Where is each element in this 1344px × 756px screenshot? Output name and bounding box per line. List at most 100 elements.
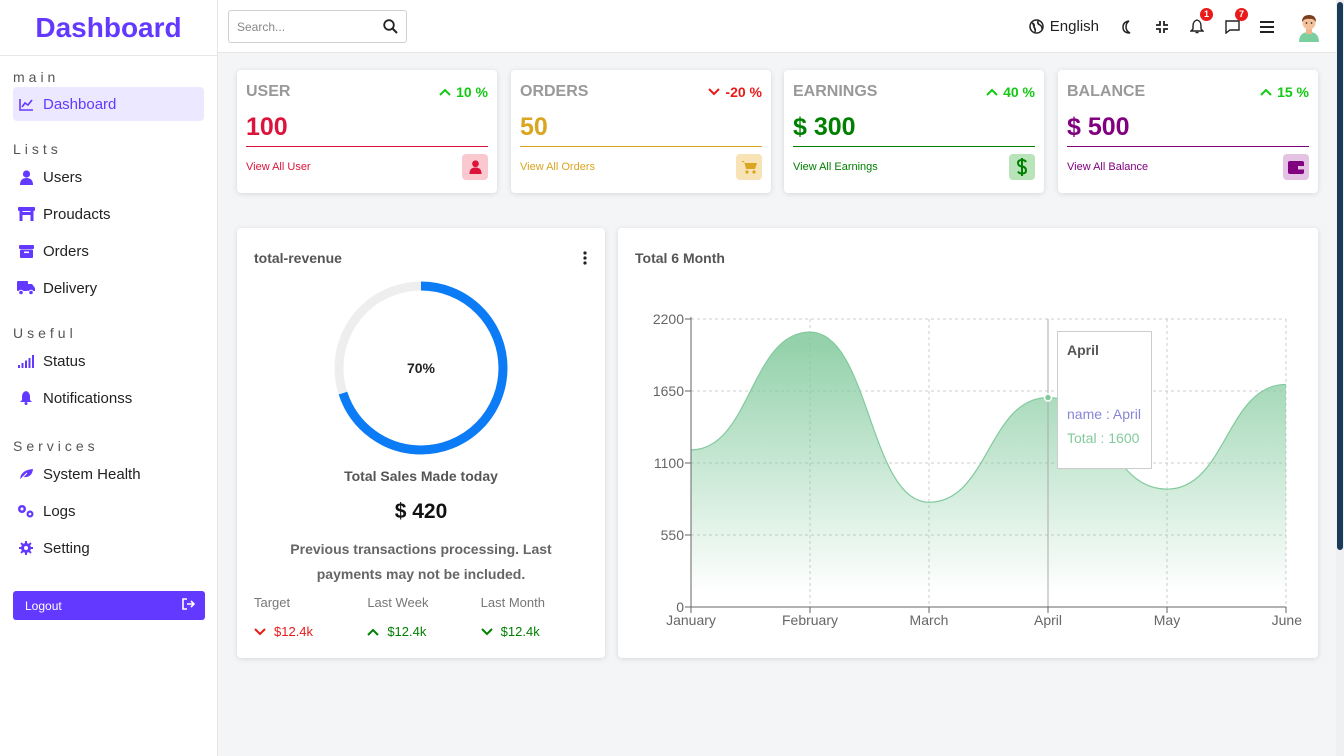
- sidebar-item-logs[interactable]: Logs: [13, 494, 204, 528]
- area-chart[interactable]: 0550110016502200January February March Apri…: [618, 228, 1318, 658]
- active-point: [1043, 393, 1053, 402]
- chat-icon: [1224, 19, 1240, 34]
- widget-link[interactable]: View All User: [246, 161, 311, 173]
- hamburger-icon: [1260, 20, 1274, 33]
- sidebar-item-label: Delivery: [43, 279, 98, 297]
- box-icon: [17, 242, 35, 260]
- chevron-up-icon: [439, 88, 451, 96]
- cart-icon: [736, 154, 762, 180]
- widget-user: USER 10 % 100 View All User: [237, 70, 497, 193]
- section-title-useful: Useful: [13, 325, 77, 341]
- fullscreen-button[interactable]: [1152, 17, 1172, 37]
- widget-percent: 40 %: [986, 84, 1035, 100]
- sidebar-item-setting[interactable]: Setting: [13, 531, 204, 565]
- page-scrollbar[interactable]: [1336, 0, 1344, 756]
- widget-percent-value: 15 %: [1277, 84, 1309, 100]
- widget-divider: [793, 146, 1035, 147]
- stat-value: $12.4k: [500, 624, 540, 639]
- stat-last-week: Last Week $12.4k: [367, 595, 480, 639]
- sidebar-item-delivery[interactable]: Delivery: [13, 271, 204, 305]
- widget-link[interactable]: View All Orders: [520, 161, 595, 173]
- x-tick-label: January: [666, 612, 716, 628]
- section-title-lists: Lists: [13, 141, 62, 157]
- revenue-description: Previous transactions processing. Last p…: [290, 541, 552, 582]
- widget-title: USER: [246, 83, 291, 100]
- menu-button[interactable]: [1257, 17, 1277, 37]
- sidebar-item-label: Notificationss: [43, 389, 133, 407]
- widget-divider: [520, 146, 762, 147]
- sidebar-item-proudacts[interactable]: Proudacts: [13, 197, 204, 231]
- progress-label: 70%: [407, 360, 436, 376]
- widget-balance: BALANCE 15 % $ 500 View All Balance: [1058, 70, 1318, 193]
- stat-label: Last Week: [367, 595, 429, 610]
- widget-value: 50: [520, 113, 548, 141]
- sidebar-item-notifications[interactable]: Notificationss: [13, 381, 204, 415]
- user-icon: [17, 168, 35, 186]
- sidebar-item-orders[interactable]: Orders: [13, 234, 204, 268]
- widget-percent: 10 %: [439, 84, 488, 100]
- widget-link[interactable]: View All Balance: [1067, 161, 1148, 173]
- compress-icon: [1156, 20, 1168, 33]
- x-tick-label: February: [782, 612, 838, 628]
- stat-target: Target $12.4k: [254, 595, 367, 639]
- topbar-actions: English 1 7: [1029, 0, 1336, 53]
- widget-percent: -20 %: [708, 84, 762, 100]
- scrollbar-thumb[interactable]: [1337, 2, 1343, 550]
- leaf-icon: [17, 465, 35, 483]
- widget-percent: 15 %: [1260, 84, 1309, 100]
- x-tick-label: June: [1272, 612, 1303, 628]
- sidebar-item-users[interactable]: Users: [13, 160, 204, 194]
- x-tick-label: May: [1154, 612, 1180, 628]
- more-vertical-icon[interactable]: [580, 250, 590, 266]
- search-icon[interactable]: [383, 19, 398, 34]
- chart-tooltip: April name : April Total : 1600: [1057, 331, 1152, 469]
- x-tick-label: March: [910, 612, 949, 628]
- widget-link[interactable]: View All Earnings: [793, 161, 878, 173]
- language-selector[interactable]: English: [1029, 18, 1099, 35]
- stat-value: $12.4k: [387, 624, 427, 639]
- sign-out-icon: [182, 598, 196, 613]
- revenue-title: total-revenue: [254, 250, 342, 266]
- section-title-main: main: [13, 69, 60, 85]
- sidebar-item-system-health[interactable]: System Health: [13, 457, 204, 491]
- truck-icon: [17, 279, 35, 297]
- tooltip-title: April: [1067, 342, 1099, 358]
- avatar[interactable]: [1294, 12, 1324, 42]
- brand[interactable]: Dashboard: [0, 0, 217, 56]
- cogs-icon: [17, 502, 35, 520]
- widget-percent-value: -20 %: [725, 84, 762, 100]
- search-input[interactable]: [237, 19, 372, 34]
- globe-icon: [1029, 19, 1044, 34]
- widget-value: $ 300: [793, 113, 856, 141]
- revenue-stats: Target $12.4k Last Week $12.4k Last Mont…: [254, 595, 594, 639]
- sidebar-item-dashboard[interactable]: Dashboard: [13, 87, 204, 121]
- widget-earnings: EARNINGS 40 % $ 300 View All Earnings: [784, 70, 1044, 193]
- notifications-button[interactable]: 1: [1187, 7, 1213, 37]
- chevron-down-icon: [254, 627, 266, 635]
- dark-mode-toggle[interactable]: [1117, 17, 1137, 37]
- sidebar-item-label: System Health: [43, 465, 141, 483]
- revenue-subtitle: Total Sales Made today: [344, 468, 498, 484]
- widget-value: 100: [246, 113, 288, 141]
- messages-button[interactable]: 7: [1222, 7, 1248, 37]
- sidebar-item-label: Users: [43, 168, 83, 186]
- widget-value: $ 500: [1067, 113, 1130, 141]
- sidebar-item-status[interactable]: Status: [13, 344, 204, 378]
- chevron-down-icon: [708, 88, 721, 96]
- signal-icon: [17, 352, 35, 370]
- logout-label: Logout: [25, 598, 62, 613]
- sidebar-item-label: Setting: [43, 539, 90, 557]
- y-tick-label: 2200: [653, 311, 684, 327]
- y-tick-label: 550: [661, 527, 685, 543]
- widget-divider: [1067, 146, 1309, 147]
- language-label: English: [1049, 18, 1099, 35]
- brand-logo-text[interactable]: Dashboard: [35, 12, 181, 44]
- sidebar-item-label: Logs: [43, 502, 76, 520]
- chevron-up-icon: [367, 628, 380, 636]
- store-icon: [17, 205, 35, 223]
- y-tick-label: 1100: [654, 455, 684, 471]
- series-area-total: [691, 332, 1286, 607]
- logout-button[interactable]: Logout: [13, 591, 205, 620]
- y-tick-label: 1650: [653, 383, 684, 399]
- wallet-icon: [1283, 154, 1309, 180]
